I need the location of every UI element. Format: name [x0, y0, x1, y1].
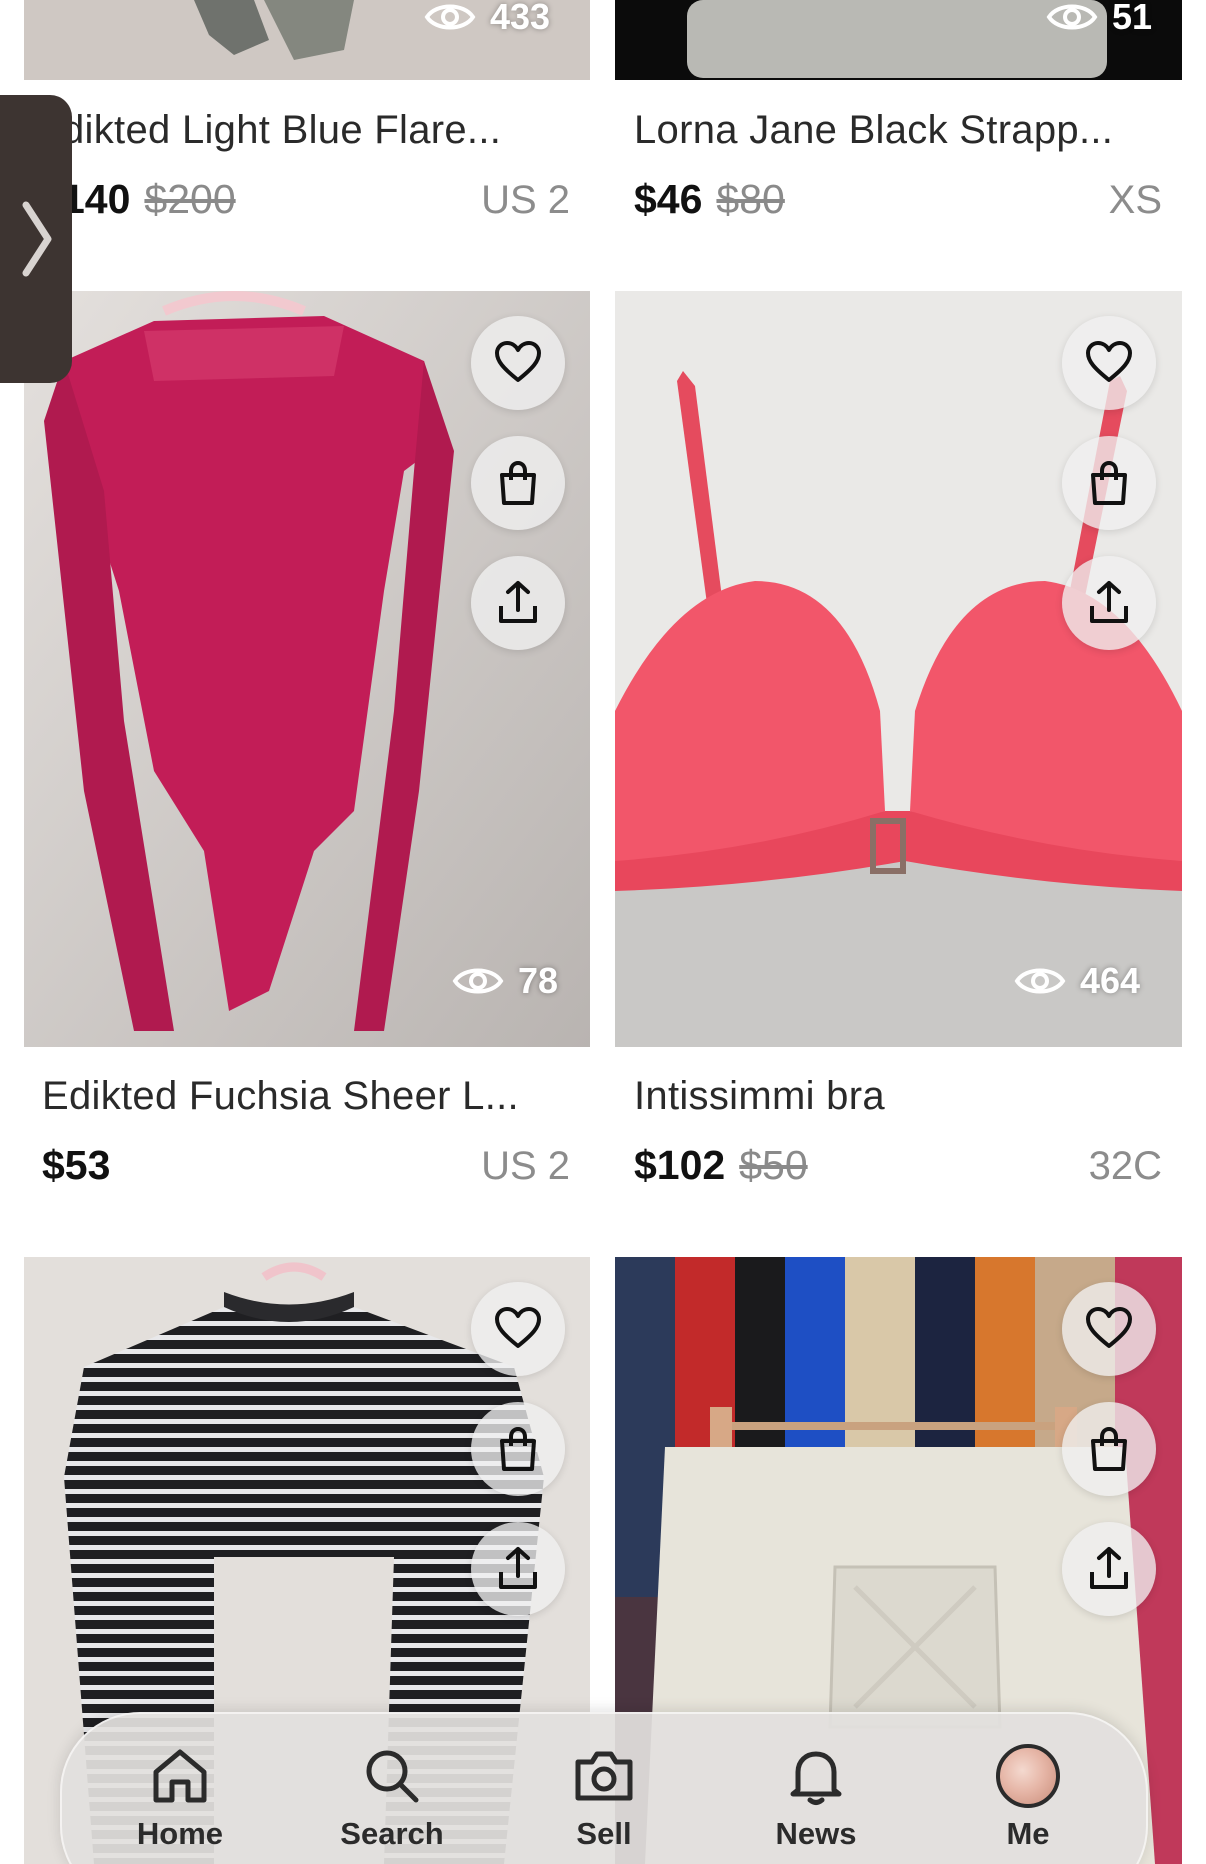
bell-icon	[790, 1751, 842, 1805]
add-to-bag-button[interactable]	[1062, 436, 1156, 530]
listing-size: XS	[1108, 178, 1162, 222]
view-count-value: 51	[1112, 0, 1153, 37]
nav-search-label: Search	[340, 1816, 444, 1851]
eye-icon	[452, 968, 504, 994]
heart-icon	[495, 341, 541, 382]
nav-me[interactable]: Me	[953, 1744, 1103, 1852]
nav-search[interactable]: Search	[317, 1744, 467, 1852]
nav-sell-label: Sell	[576, 1816, 632, 1851]
add-to-bag-button[interactable]	[1062, 1402, 1156, 1496]
view-count-value: 78	[518, 960, 559, 1001]
share-button[interactable]	[1062, 556, 1156, 650]
home-icon	[153, 1749, 207, 1803]
listing-title[interactable]: dikted Light Blue Flare...	[62, 108, 562, 153]
shopping-bag-icon	[1091, 1426, 1127, 1471]
heart-icon	[1086, 1307, 1132, 1348]
add-to-bag-button[interactable]	[471, 436, 565, 530]
price-row: $102 $50	[634, 1142, 808, 1192]
listing-price: $53	[42, 1142, 111, 1188]
original-price: $80	[716, 176, 785, 222]
listing-size: US 2	[481, 178, 570, 222]
view-count-value: 464	[1080, 960, 1141, 1001]
shopping-bag-icon	[1091, 460, 1127, 505]
search-icon	[366, 1750, 419, 1803]
shopping-bag-icon	[500, 460, 536, 505]
nav-news-label: News	[775, 1816, 857, 1851]
listing-size: US 2	[481, 1144, 570, 1188]
listing-price: $46	[634, 176, 703, 222]
original-price: $200	[144, 176, 236, 222]
price-row: $46 $80	[634, 176, 785, 226]
price-row: $53	[42, 1142, 124, 1192]
like-button[interactable]	[1062, 316, 1156, 410]
avatar	[996, 1744, 1060, 1808]
view-count-2: 51	[1046, 0, 1152, 38]
listing-title[interactable]: Lorna Jane Black Strapp...	[634, 108, 1154, 153]
listing-price: 140	[62, 176, 131, 222]
like-button[interactable]	[1062, 1282, 1156, 1376]
share-button[interactable]	[471, 1522, 565, 1616]
share-button[interactable]	[1062, 1522, 1156, 1616]
view-count-1: 433	[424, 0, 550, 38]
share-icon	[1090, 581, 1128, 623]
like-button[interactable]	[471, 1282, 565, 1376]
nav-home-label: Home	[136, 1816, 224, 1851]
nav-sell[interactable]: Sell	[529, 1744, 679, 1852]
add-to-bag-button[interactable]	[471, 1402, 565, 1496]
heart-icon	[495, 1307, 541, 1348]
listing-price: $102	[634, 1142, 726, 1188]
eye-icon	[1046, 4, 1098, 30]
view-count-3: 78	[452, 960, 558, 1002]
shopping-bag-icon	[500, 1426, 536, 1471]
view-count-value: 433	[490, 0, 551, 37]
listing-grid-page: 433 51 dikted Light Blue Flare... 140 $2…	[0, 0, 1206, 1864]
view-count-4: 464	[1014, 960, 1140, 1002]
bottom-nav-bar: Home Search Sell News Me	[60, 1712, 1148, 1864]
share-icon	[499, 581, 537, 623]
eye-icon	[424, 4, 476, 30]
eye-icon	[1014, 968, 1066, 994]
like-button[interactable]	[471, 316, 565, 410]
listing-size: 32C	[1088, 1144, 1162, 1188]
listing-title[interactable]: Edikted Fuchsia Sheer L...	[42, 1074, 562, 1119]
nav-news[interactable]: News	[741, 1744, 891, 1852]
original-price: $50	[739, 1142, 808, 1188]
side-drawer-tab[interactable]	[0, 95, 72, 383]
share-button[interactable]	[471, 556, 565, 650]
nav-me-label: Me	[1006, 1816, 1050, 1851]
chevron-right-icon	[22, 201, 52, 277]
share-icon	[499, 1547, 537, 1589]
heart-icon	[1086, 341, 1132, 382]
listing-title[interactable]: Intissimmi bra	[634, 1074, 1154, 1119]
camera-icon	[575, 1751, 633, 1801]
price-row: 140 $200	[62, 176, 236, 226]
nav-home[interactable]: Home	[105, 1744, 255, 1852]
share-icon	[1090, 1547, 1128, 1589]
